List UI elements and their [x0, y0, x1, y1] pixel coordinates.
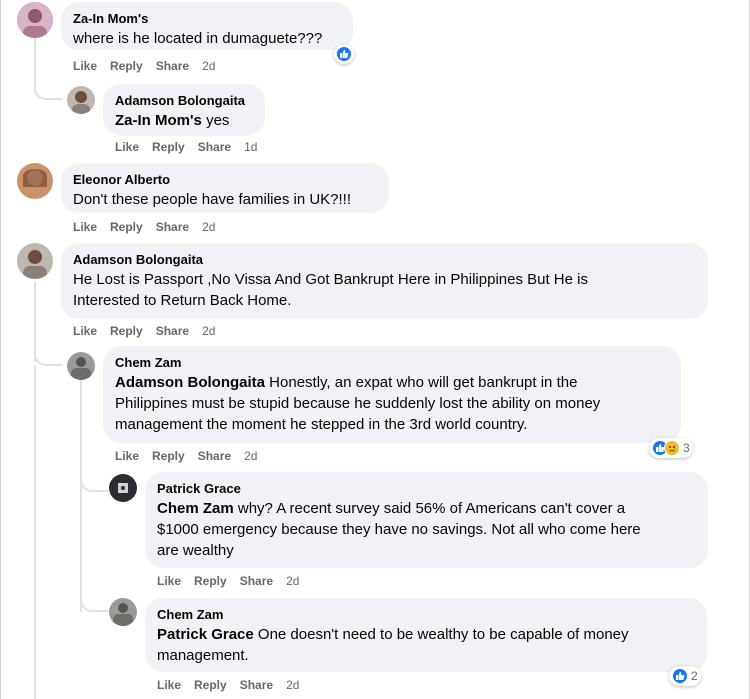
thread-connector: [34, 70, 62, 100]
like-reaction-icon: [672, 668, 688, 684]
comment-time[interactable]: 2d: [202, 220, 215, 234]
comment-time[interactable]: 2d: [202, 59, 215, 73]
commenter-name[interactable]: Eleonor Alberto: [73, 171, 377, 189]
thread-connector: [34, 336, 62, 366]
thread-connector: [80, 462, 108, 492]
profile-photo: [17, 2, 53, 38]
comment-text: yes: [201, 112, 230, 129]
commenter-name[interactable]: Adamson Bolongaita: [115, 92, 253, 110]
profile-photo: [109, 474, 137, 502]
comment-bubble: Chem Zam Adamson Bolongaita Honestly, an…: [103, 346, 681, 443]
comment-time[interactable]: 2d: [202, 324, 215, 338]
reply-button[interactable]: Reply: [110, 324, 143, 338]
reply-button[interactable]: Reply: [110, 220, 143, 234]
commenter-name[interactable]: Za-In Mom's: [73, 10, 341, 28]
comment-text: where is he located in dumaguete???: [73, 30, 323, 47]
reaction-summary[interactable]: 3: [649, 438, 693, 458]
avatar[interactable]: [17, 163, 53, 199]
reaction-summary[interactable]: 2: [669, 666, 701, 686]
avatar[interactable]: [109, 598, 137, 626]
comment-actions: Like Reply Share 2d: [73, 219, 228, 235]
comment-text: Don't these people have families in UK?!…: [73, 191, 352, 208]
like-button[interactable]: Like: [115, 140, 139, 154]
like-button[interactable]: Like: [115, 449, 139, 463]
avatar[interactable]: [67, 352, 95, 380]
share-button[interactable]: Share: [156, 59, 189, 73]
comment-bubble: Adamson Bolongaita Za-In Mom's yes: [103, 84, 265, 136]
reply-button[interactable]: Reply: [152, 449, 185, 463]
comment-actions: Like Reply Share 2d: [115, 448, 270, 464]
comment-bubble: Adamson Bolongaita He Lost is Passport ,…: [61, 243, 708, 319]
avatar[interactable]: [17, 2, 53, 38]
comment-thread: Za-In Mom's where is he located in dumag…: [0, 0, 750, 699]
share-button[interactable]: Share: [156, 220, 189, 234]
comment-actions: Like Reply Share 2d: [157, 677, 312, 693]
comment-text: Patrick Grace One doesn't need to be wea…: [157, 626, 629, 664]
avatar[interactable]: [67, 86, 95, 114]
like-button[interactable]: Like: [157, 574, 181, 588]
comment-time[interactable]: 2d: [286, 678, 299, 692]
share-button[interactable]: Share: [198, 449, 231, 463]
like-reaction-icon: [336, 46, 352, 62]
comment-bubble: Chem Zam Patrick Grace One doesn't need …: [145, 598, 707, 672]
reply-button[interactable]: Reply: [194, 574, 227, 588]
share-button[interactable]: Share: [240, 678, 273, 692]
like-button[interactable]: Like: [73, 59, 97, 73]
thread-connector: [80, 582, 108, 612]
comment-time[interactable]: 1d: [244, 140, 257, 154]
reply-button[interactable]: Reply: [110, 59, 143, 73]
reply-button[interactable]: Reply: [152, 140, 185, 154]
comment-text: He Lost is Passport ,No Vissa And Got Ba…: [73, 271, 588, 309]
comment-time[interactable]: 2d: [244, 449, 257, 463]
avatar[interactable]: [109, 474, 137, 502]
avatar[interactable]: [17, 243, 53, 279]
comment-text: Chem Zam why? A recent survey said 56% o…: [157, 500, 641, 559]
profile-photo: [109, 598, 137, 626]
share-button[interactable]: Share: [156, 324, 189, 338]
thread-line: [34, 366, 36, 699]
commenter-name[interactable]: Adamson Bolongaita: [73, 251, 696, 269]
comment-actions: Like Reply Share 2d: [157, 573, 312, 589]
like-button[interactable]: Like: [73, 220, 97, 234]
comment-bubble: Za-In Mom's where is he located in dumag…: [61, 2, 353, 50]
profile-photo: [17, 163, 53, 199]
comment-time[interactable]: 2d: [286, 574, 299, 588]
like-button[interactable]: Like: [157, 678, 181, 692]
reaction-count: 2: [691, 669, 698, 683]
commenter-name[interactable]: Patrick Grace: [157, 480, 696, 498]
profile-photo: [17, 243, 53, 279]
comment-actions: Like Reply Share 2d: [73, 323, 228, 339]
share-button[interactable]: Share: [240, 574, 273, 588]
reaction-summary[interactable]: [334, 44, 354, 64]
comment-bubble: Eleonor Alberto Don't these people have …: [61, 163, 389, 213]
comment-text: Adamson Bolongaita Honestly, an expat wh…: [115, 374, 601, 433]
comment-actions: Like Reply Share 1d: [115, 139, 270, 155]
commenter-name[interactable]: Chem Zam: [115, 354, 669, 372]
comment-bubble: Patrick Grace Chem Zam why? A recent sur…: [145, 472, 708, 568]
mention-link[interactable]: Chem Zam: [157, 500, 234, 517]
mention-link[interactable]: Za-In Mom's: [115, 112, 202, 129]
mention-link[interactable]: Patrick Grace: [157, 626, 254, 643]
like-button[interactable]: Like: [73, 324, 97, 338]
profile-photo: [67, 86, 95, 114]
sad-reaction-icon: [664, 440, 680, 456]
commenter-name[interactable]: Chem Zam: [157, 606, 695, 624]
reply-button[interactable]: Reply: [194, 678, 227, 692]
comment-actions: Like Reply Share 2d: [73, 58, 228, 74]
reaction-count: 3: [683, 441, 690, 455]
share-button[interactable]: Share: [198, 140, 231, 154]
mention-link[interactable]: Adamson Bolongaita: [115, 374, 265, 391]
profile-photo: [67, 352, 95, 380]
